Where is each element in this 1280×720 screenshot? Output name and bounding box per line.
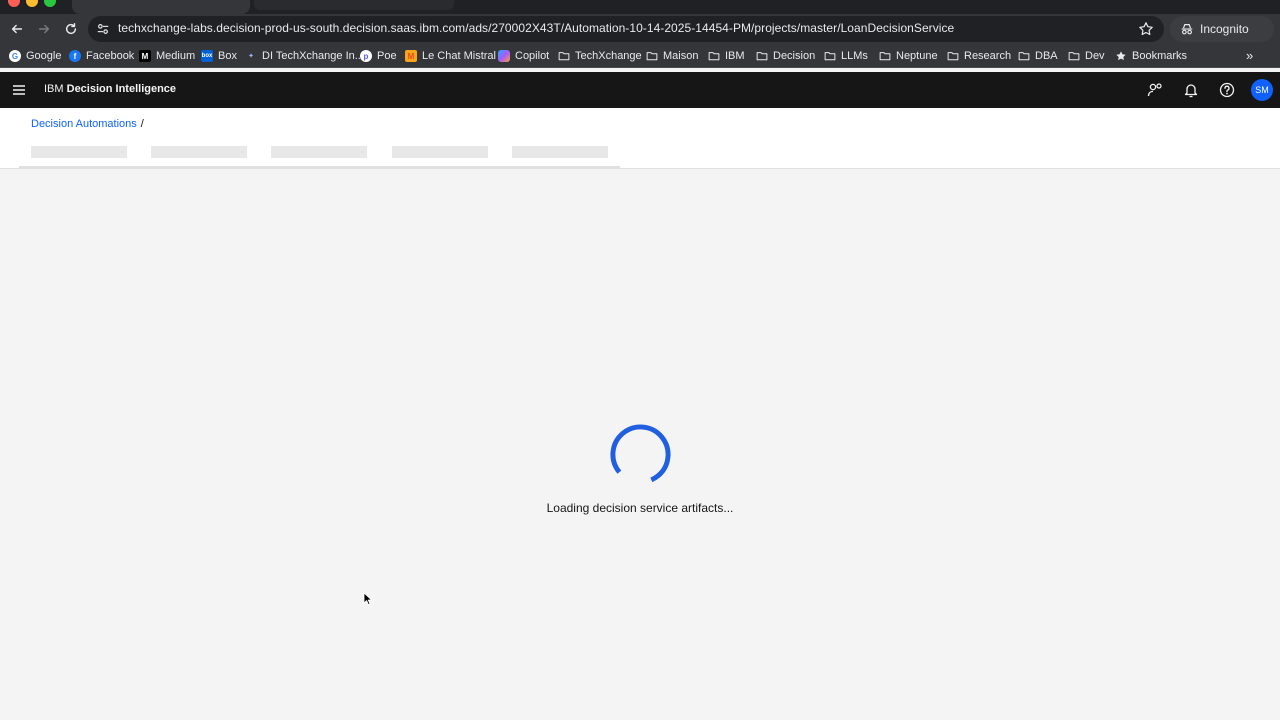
ibm-icon: ✦ — [248, 53, 254, 60]
bookmark-label: DI TechXchange In... — [262, 50, 364, 62]
bookmark-folder-dba[interactable]: DBA — [1018, 48, 1058, 64]
bookmark-label: Maison — [663, 50, 699, 62]
browser-toolbar: techxchange-labs.decision-prod-us-south.… — [0, 14, 1280, 44]
hamburger-menu-icon[interactable] — [10, 81, 28, 99]
bookmark-folder-neptune[interactable]: Neptune — [879, 48, 938, 64]
brand-prefix: IBM — [44, 83, 64, 95]
bookmark-label: Poe — [377, 50, 397, 62]
poe-icon: p — [360, 50, 372, 62]
mistral-icon: M — [405, 50, 417, 62]
folder-icon — [646, 52, 658, 61]
bookmark-label: LLMs — [841, 50, 868, 62]
browser-tab-active[interactable] — [72, 0, 250, 14]
browser-tab-strip — [0, 0, 1280, 14]
bookmark-label: Bookmarks — [1132, 50, 1188, 62]
more-bookmarks-button[interactable]: » — [1246, 48, 1262, 64]
bookmark-label: Neptune — [896, 50, 938, 62]
folder-icon — [879, 52, 891, 61]
loading-message: Loading decision service artifacts... — [546, 501, 734, 515]
loading-spinner-icon — [610, 424, 671, 485]
bookmark-le-chat-mistral[interactable]: M Le Chat Mistral — [405, 48, 496, 64]
close-window-button[interactable] — [8, 0, 20, 7]
copilot-icon — [498, 50, 510, 62]
reload-button[interactable] — [61, 19, 81, 39]
reload-icon — [65, 23, 77, 35]
bookmark-google[interactable]: G Google — [9, 48, 61, 64]
breadcrumb: Decision Automations / — [31, 118, 144, 130]
bookmark-all-bookmarks[interactable]: Bookmarks — [1115, 48, 1187, 64]
star-icon — [1116, 51, 1126, 61]
bookmark-label: IBM — [725, 50, 745, 62]
google-icon: G — [9, 50, 21, 62]
skeleton-tab — [512, 146, 608, 158]
mouse-cursor-icon — [363, 592, 372, 605]
medium-icon: M — [139, 50, 151, 62]
site-info-icon[interactable] — [96, 22, 110, 36]
folder-icon — [947, 52, 959, 61]
bookmark-folder-decision[interactable]: Decision — [756, 48, 815, 64]
bookmark-label: Dev — [1085, 50, 1105, 62]
bookmarks-bar: G Google f Facebook M Medium box Box ✦ D… — [0, 44, 1280, 68]
folder-icon — [1018, 52, 1030, 61]
notifications-icon[interactable] — [1182, 81, 1200, 99]
bookmark-box[interactable]: box Box — [201, 48, 237, 64]
bookmark-folder-ibm[interactable]: IBM — [708, 48, 745, 64]
folder-icon — [708, 52, 720, 61]
user-access-icon[interactable] — [1146, 81, 1164, 99]
bookmark-label: TechXchange — [575, 50, 642, 62]
bookmark-label: Research — [964, 50, 1012, 62]
incognito-icon — [1181, 24, 1193, 35]
browser-tab[interactable] — [254, 0, 454, 10]
bookmark-label: Medium — [156, 50, 196, 62]
incognito-profile-button[interactable]: Incognito — [1170, 16, 1274, 42]
bookmark-label: Decision — [773, 50, 816, 62]
forward-button[interactable] — [34, 19, 54, 39]
bookmark-label: Copilot — [515, 50, 550, 62]
app-header: IBM Decision Intelligence SM — [0, 72, 1280, 108]
minimize-window-button[interactable] — [26, 0, 38, 7]
bookmark-copilot[interactable]: Copilot — [498, 48, 549, 64]
help-icon[interactable] — [1218, 81, 1236, 99]
page-subheader: Decision Automations / — [0, 108, 1280, 169]
breadcrumb-separator: / — [140, 118, 144, 130]
url-text: techxchange-labs.decision-prod-us-south.… — [118, 21, 955, 35]
bookmark-poe[interactable]: p Poe — [360, 48, 397, 64]
bookmark-facebook[interactable]: f Facebook — [69, 48, 134, 64]
bookmark-label: Le Chat Mistral — [422, 50, 496, 62]
bookmark-medium[interactable]: M Medium — [139, 48, 195, 64]
back-button[interactable] — [7, 19, 27, 39]
app-brand[interactable]: IBM Decision Intelligence — [44, 83, 176, 95]
skeleton-tab — [151, 146, 247, 158]
arrow-right-icon — [38, 24, 50, 34]
bookmark-folder-maison[interactable]: Maison — [646, 48, 698, 64]
facebook-icon: f — [69, 50, 81, 62]
box-icon: box — [201, 50, 213, 62]
bookmark-label: DBA — [1035, 50, 1058, 62]
breadcrumb-link-decision-automations[interactable]: Decision Automations — [31, 118, 137, 130]
address-bar[interactable]: techxchange-labs.decision-prod-us-south.… — [88, 16, 1164, 42]
brand-name: Decision Intelligence — [66, 83, 177, 95]
bookmark-star-icon[interactable] — [1138, 21, 1154, 37]
skeleton-tab — [31, 146, 127, 158]
bookmark-di-techxchange[interactable]: ✦ DI TechXchange In... — [245, 48, 364, 64]
bookmark-folder-llms[interactable]: LLMs — [824, 48, 868, 64]
bookmark-label: Google — [26, 50, 62, 62]
incognito-label: Incognito — [1200, 22, 1249, 36]
skeleton-tab — [392, 146, 488, 158]
bookmark-label: Box — [218, 50, 237, 62]
bookmark-folder-dev[interactable]: Dev — [1068, 48, 1105, 64]
skeleton-tab — [271, 146, 367, 158]
tabs-underline — [19, 166, 620, 168]
arrow-left-icon — [11, 24, 23, 34]
bookmark-folder-techxchange[interactable]: TechXchange — [558, 48, 642, 64]
user-avatar[interactable]: SM — [1251, 79, 1273, 101]
bookmark-label: Facebook — [86, 50, 135, 62]
folder-icon — [756, 52, 768, 61]
folder-icon — [824, 52, 836, 61]
folder-icon — [558, 52, 570, 61]
maximize-window-button[interactable] — [44, 0, 56, 7]
bookmark-folder-research[interactable]: Research — [947, 48, 1011, 64]
folder-icon — [1068, 52, 1080, 61]
